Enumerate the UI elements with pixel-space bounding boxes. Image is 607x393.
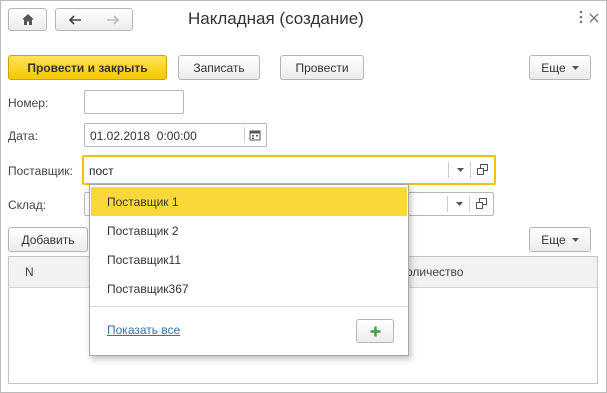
- close-icon[interactable]: [587, 11, 601, 25]
- supplier-autocomplete-dropdown: Поставщик 1 Поставщик 2 Поставщик11 Пост…: [89, 184, 409, 356]
- document-window: Накладная (создание) Провести и закрыть …: [0, 0, 607, 393]
- add-row-button[interactable]: Добавить: [8, 227, 88, 252]
- kebab-menu-icon[interactable]: [577, 10, 585, 24]
- home-button[interactable]: [8, 8, 47, 31]
- table-more-menu-label: Еще: [541, 232, 566, 247]
- dropdown-item[interactable]: Поставщик 1: [91, 187, 407, 216]
- number-field[interactable]: [84, 90, 184, 114]
- table-more-menu-button[interactable]: Еще: [529, 227, 591, 252]
- save-button[interactable]: Записать: [178, 55, 260, 80]
- dropdown-arrow-icon[interactable]: [456, 202, 463, 206]
- post-and-close-button[interactable]: Провести и закрыть: [8, 55, 167, 80]
- field-separator: [470, 162, 471, 178]
- plus-icon: [370, 326, 381, 337]
- dropdown-item[interactable]: Поставщик367: [91, 274, 407, 303]
- show-all-link[interactable]: Показать все: [107, 323, 180, 337]
- calendar-icon[interactable]: [249, 129, 261, 141]
- supplier-field[interactable]: пост: [82, 155, 496, 185]
- dropdown-arrow-icon[interactable]: [457, 168, 464, 172]
- date-label: Дата:: [8, 129, 38, 143]
- field-separator: [469, 196, 470, 212]
- dropdown-divider: [90, 306, 408, 307]
- window-title: Накладная (создание): [188, 9, 364, 28]
- forward-arrow-icon[interactable]: [106, 14, 120, 25]
- create-new-button[interactable]: [356, 319, 394, 343]
- dropdown-arrow-icon: [571, 237, 579, 242]
- date-value: 01.02.2018 0:00:00: [90, 129, 197, 143]
- field-separator: [447, 196, 448, 212]
- post-button[interactable]: Провести: [280, 55, 364, 80]
- more-menu-label: Еще: [541, 60, 566, 75]
- number-label: Номер:: [8, 96, 49, 110]
- dropdown-item[interactable]: Поставщик11: [91, 245, 407, 274]
- open-in-new-window-icon[interactable]: [476, 198, 487, 209]
- warehouse-label: Склад:: [8, 198, 47, 212]
- navigation-buttons-group: [55, 8, 133, 31]
- field-separator: [448, 162, 449, 178]
- field-separator: [244, 127, 245, 143]
- supplier-label: Поставщик:: [8, 164, 73, 178]
- date-field[interactable]: 01.02.2018 0:00:00: [84, 123, 267, 147]
- supplier-input-value: пост: [89, 164, 114, 178]
- open-in-new-window-icon[interactable]: [477, 164, 488, 175]
- column-header-number[interactable]: N: [25, 265, 34, 279]
- dropdown-item[interactable]: Поставщик 2: [91, 216, 407, 245]
- home-icon: [21, 13, 35, 26]
- back-arrow-icon[interactable]: [68, 14, 82, 25]
- dropdown-arrow-icon: [571, 65, 579, 70]
- more-menu-button[interactable]: Еще: [529, 55, 591, 80]
